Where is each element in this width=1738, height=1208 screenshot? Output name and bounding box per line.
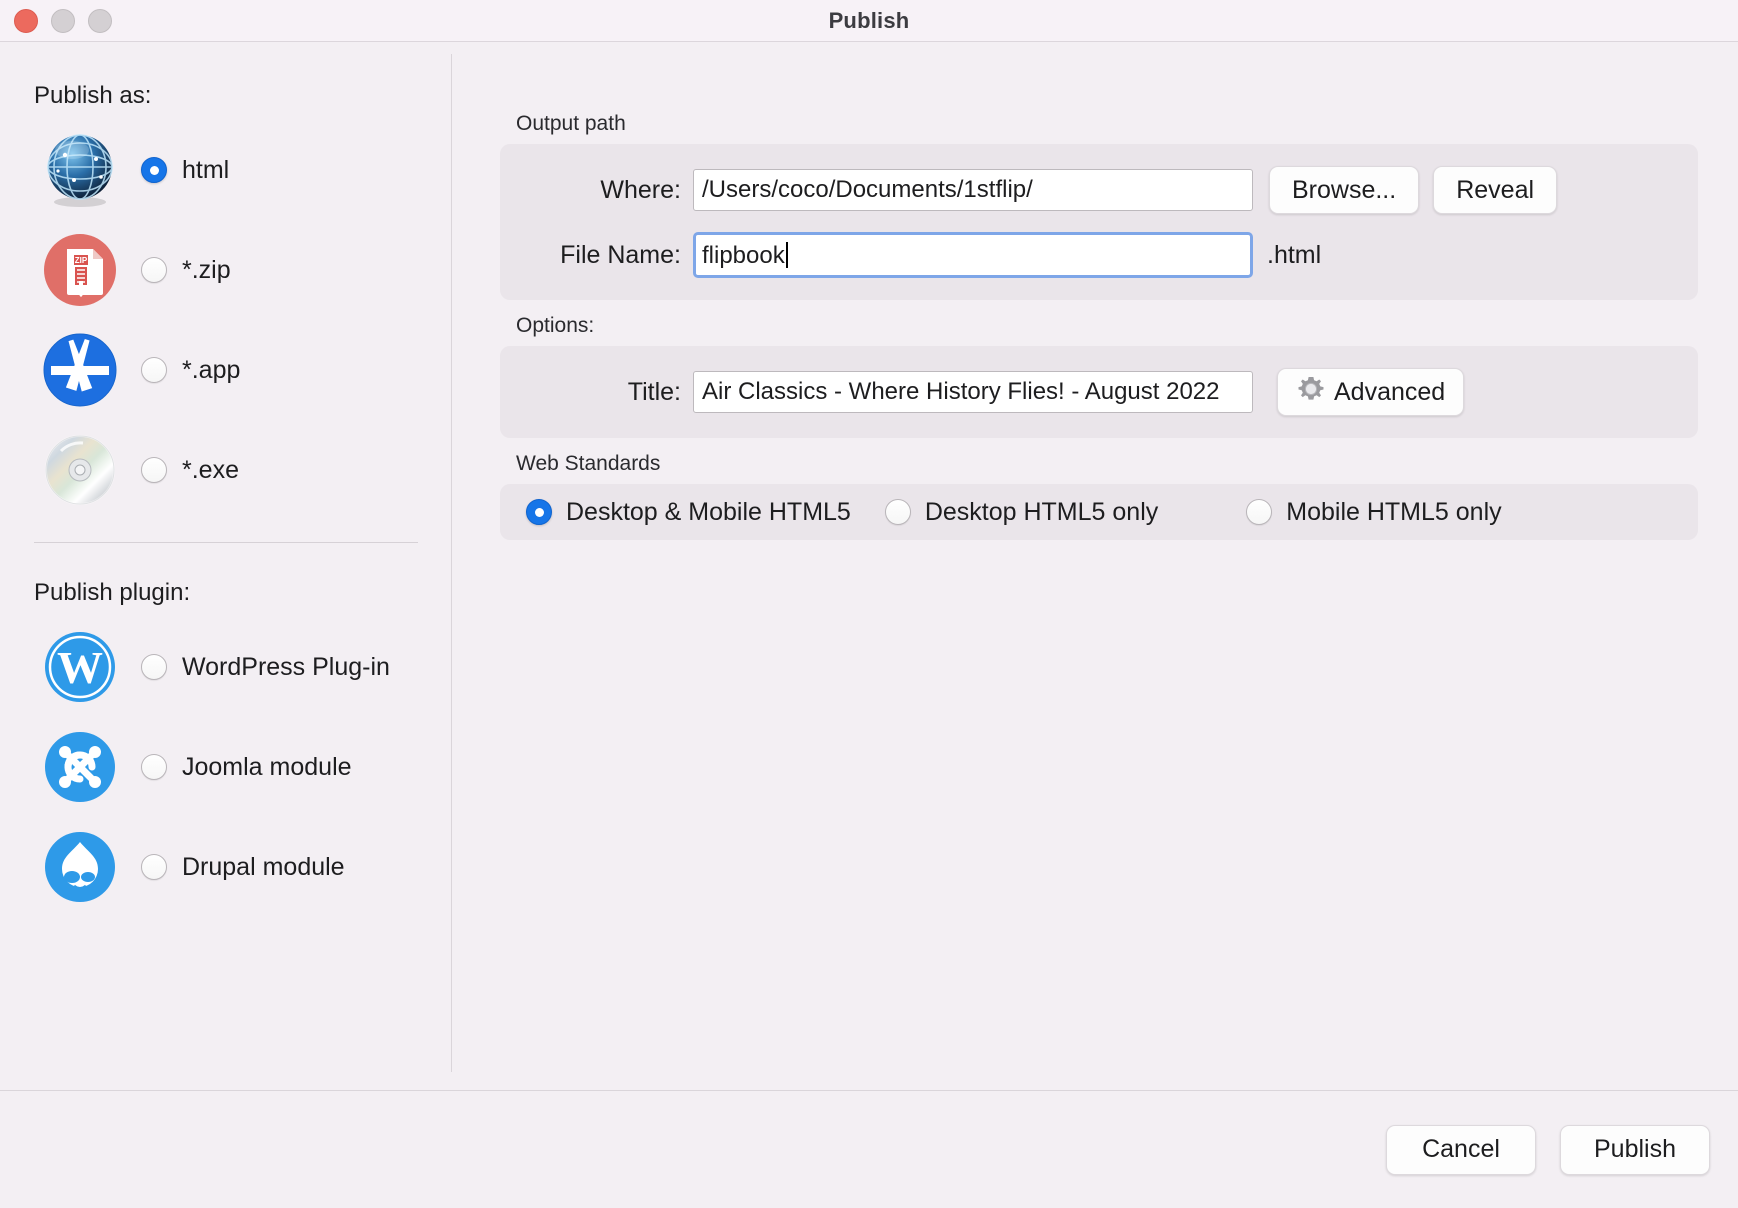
sidebar-divider — [34, 542, 418, 543]
svg-text:ZIP: ZIP — [75, 256, 88, 265]
title-input[interactable]: Air Classics - Where History Flies! - Au… — [693, 371, 1253, 413]
plugin-options-list: W WordPress Plug-in Joomla module Drupal… — [0, 617, 452, 917]
web-standards-caption: Web Standards — [516, 452, 661, 475]
plugin-option-joomla[interactable]: Joomla module — [34, 717, 452, 817]
plugin-option-wordpress[interactable]: W WordPress Plug-in — [34, 617, 452, 717]
radio-desktop-mobile-html5[interactable] — [526, 499, 552, 525]
minimize-window-button[interactable] — [51, 8, 75, 33]
title-label: Title: — [627, 377, 681, 406]
extension-label: .html — [1267, 240, 1322, 269]
web-standard-option-desktop-mobile[interactable]: Desktop & Mobile HTML5 — [526, 498, 851, 527]
format-options-list: html ZIP *.zip *.app *.exe — [0, 120, 452, 520]
radio-drupal[interactable] — [126, 854, 182, 880]
radio-wordpress[interactable] — [126, 654, 182, 680]
web-standard-label-desktop-mobile: Desktop & Mobile HTML5 — [566, 497, 851, 526]
reveal-button[interactable]: Reveal — [1433, 166, 1558, 214]
where-label: Where: — [600, 175, 681, 204]
filename-label: File Name: — [560, 240, 681, 269]
publish-plugin-label: Publish plugin: — [34, 579, 191, 606]
disc-icon — [34, 431, 126, 509]
output-path-box: Where: /Users/coco/Documents/1stflip/ Br… — [500, 144, 1698, 300]
text-caret — [785, 242, 788, 268]
maximize-window-button[interactable] — [88, 8, 112, 33]
radio-app[interactable] — [126, 357, 182, 383]
window-title: Publish — [828, 7, 910, 33]
appstore-icon — [34, 331, 126, 409]
options-caption: Options: — [516, 314, 595, 337]
advanced-button[interactable]: Advanced — [1277, 368, 1465, 416]
radio-zip[interactable] — [126, 257, 182, 283]
close-window-button[interactable] — [14, 8, 38, 33]
options-box: Title: Air Classics - Where History Flie… — [500, 346, 1698, 438]
format-option-exe[interactable]: *.exe — [34, 420, 452, 520]
where-row: Where: /Users/coco/Documents/1stflip/ Br… — [526, 166, 1672, 214]
filename-value: flipbook — [702, 242, 785, 269]
dialog-content: Publish as: html ZIP *.zip *.app *.exe P… — [0, 42, 1738, 1090]
dialog-footer: Cancel Publish — [0, 1090, 1738, 1208]
format-option-html[interactable]: html — [34, 120, 452, 220]
web-standard-option-desktop-only[interactable]: Desktop HTML5 only — [884, 497, 1159, 527]
wordpress-icon: W — [34, 630, 126, 704]
sidebar: Publish as: html ZIP *.zip *.app *.exe P… — [0, 42, 452, 1090]
where-input[interactable]: /Users/coco/Documents/1stflip/ — [693, 169, 1253, 211]
filename-input[interactable]: flipbook — [693, 232, 1253, 278]
gear-icon — [1296, 374, 1326, 411]
plugin-label-joomla: Joomla module — [182, 752, 352, 781]
output-path-caption: Output path — [516, 112, 626, 135]
web-standards-box: Desktop & Mobile HTML5 Desktop HTML5 onl… — [500, 484, 1698, 540]
web-standard-option-mobile-only[interactable]: Mobile HTML5 only — [1246, 497, 1502, 527]
svg-text:W: W — [57, 642, 103, 693]
format-option-zip[interactable]: ZIP *.zip — [34, 220, 452, 320]
options-group: Options: Title: Air Classics - Where His… — [500, 314, 1698, 438]
web-standard-label-desktop-only: Desktop HTML5 only — [924, 497, 1159, 526]
radio-exe[interactable] — [126, 457, 182, 483]
format-label-zip: *.zip — [182, 255, 231, 284]
advanced-button-label: Advanced — [1334, 377, 1446, 406]
output-path-group: Output path Where: /Users/coco/Documents… — [500, 112, 1698, 300]
cancel-button[interactable]: Cancel — [1386, 1124, 1536, 1175]
format-label-app: *.app — [182, 355, 241, 384]
title-row: Title: Air Classics - Where History Flie… — [526, 368, 1672, 416]
publish-dialog: Publish Publish as: html ZIP *.zip *.app… — [0, 0, 1738, 1208]
radio-html[interactable] — [126, 157, 182, 183]
title-bar: Publish — [0, 0, 1738, 42]
format-label-html: html — [182, 155, 230, 184]
joomla-icon — [34, 730, 126, 804]
main-panel: Output path Where: /Users/coco/Documents… — [452, 42, 1738, 1090]
filename-row: File Name: flipbook .html — [526, 232, 1672, 278]
radio-joomla[interactable] — [126, 754, 182, 780]
browse-button[interactable]: Browse... — [1269, 166, 1420, 214]
plugin-option-drupal[interactable]: Drupal module — [34, 817, 452, 917]
radio-mobile-html5-only[interactable] — [1246, 499, 1273, 525]
plugin-label-wordpress: WordPress Plug-in — [182, 652, 390, 681]
globe-icon — [34, 131, 126, 209]
format-option-app[interactable]: *.app — [34, 320, 452, 420]
publish-button[interactable]: Publish — [1560, 1124, 1710, 1175]
traffic-lights — [0, 8, 112, 33]
drupal-icon — [34, 830, 126, 904]
web-standards-group: Web Standards Desktop & Mobile HTML5 Des… — [500, 452, 1698, 540]
radio-desktop-html5-only[interactable] — [884, 499, 911, 525]
web-standard-label-mobile-only: Mobile HTML5 only — [1286, 497, 1502, 526]
publish-as-label: Publish as: — [34, 82, 152, 109]
plugin-label-drupal: Drupal module — [182, 852, 345, 881]
zip-icon: ZIP — [34, 231, 126, 309]
format-label-exe: *.exe — [182, 455, 239, 484]
